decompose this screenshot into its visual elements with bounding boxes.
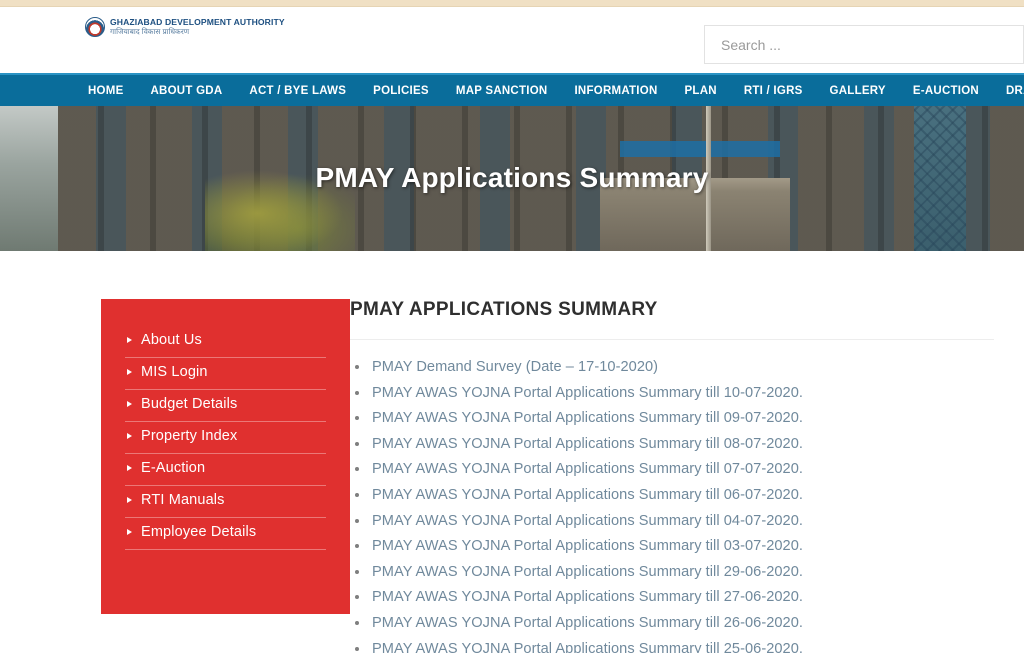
list-item: PMAY AWAS YOJNA Portal Applications Summ… <box>350 640 994 653</box>
list-item: PMAY AWAS YOJNA Portal Applications Summ… <box>350 384 994 402</box>
pmay-link[interactable]: PMAY AWAS YOJNA Portal Applications Summ… <box>372 436 803 452</box>
pmay-link[interactable]: PMAY AWAS YOJNA Portal Applications Summ… <box>372 461 803 477</box>
pmay-link[interactable]: PMAY AWAS YOJNA Portal Applications Summ… <box>372 615 803 631</box>
hero-banner: PMAY Applications Summary <box>0 106 1024 251</box>
hero-title: PMAY Applications Summary <box>315 162 709 193</box>
brand-title: GHAZIABAD DEVELOPMENT AUTHORITY <box>110 17 285 28</box>
page-body: About Us MIS Login Budget Details Proper… <box>0 251 1024 653</box>
nav-item-gallery[interactable]: GALLERY <box>830 85 886 97</box>
nav-item-home[interactable]: HOME <box>88 85 124 97</box>
sidebar-item-label: Employee Details <box>141 524 257 540</box>
pmay-link[interactable]: PMAY AWAS YOJNA Portal Applications Summ… <box>372 564 803 580</box>
list-item: PMAY AWAS YOJNA Portal Applications Summ… <box>350 460 994 478</box>
list-item: PMAY AWAS YOJNA Portal Applications Summ… <box>350 409 994 427</box>
sidebar-item-label: Property Index <box>141 428 238 444</box>
pmay-link[interactable]: PMAY AWAS YOJNA Portal Applications Summ… <box>372 589 803 605</box>
list-item: PMAY Demand Survey (Date – 17-10-2020) <box>350 358 994 376</box>
nav-item-policies[interactable]: POLICIES <box>373 85 429 97</box>
pmay-link[interactable]: PMAY AWAS YOJNA Portal Applications Summ… <box>372 641 803 653</box>
brand-subtitle: गाजियाबाद विकास प्राधिकरण <box>110 27 190 37</box>
caret-right-icon <box>127 401 132 407</box>
gda-emblem-icon <box>85 17 105 37</box>
pmay-link[interactable]: PMAY AWAS YOJNA Portal Applications Summ… <box>372 410 803 426</box>
hero-building-sign <box>620 141 780 157</box>
pmay-link[interactable]: PMAY AWAS YOJNA Portal Applications Summ… <box>372 487 803 503</box>
site-logo[interactable]: GHAZIABAD DEVELOPMENT AUTHORITY गाजियाबा… <box>85 17 285 37</box>
caret-right-icon <box>127 433 132 439</box>
sidebar-item-property-index[interactable]: Property Index <box>125 422 326 454</box>
nav-item-e-auction[interactable]: E-AUCTION <box>913 85 979 97</box>
nav-item-map-sanction[interactable]: MAP SANCTION <box>456 85 548 97</box>
sidebar-item-label: Budget Details <box>141 396 238 412</box>
pmay-summary-link-list: PMAY Demand Survey (Date – 17-10-2020) P… <box>350 340 994 653</box>
primary-navigation: HOME ABOUT GDA ACT / BYE LAWS POLICIES M… <box>0 73 1024 106</box>
caret-right-icon <box>127 465 132 471</box>
list-item: PMAY AWAS YOJNA Portal Applications Summ… <box>350 486 994 504</box>
search-input[interactable] <box>704 25 1024 64</box>
nav-item-draw-results[interactable]: DRAW RESULTS <box>1006 85 1024 97</box>
sidebar-item-label: RTI Manuals <box>141 492 225 508</box>
nav-item-information[interactable]: INFORMATION <box>574 85 657 97</box>
sidebar-item-mis-login[interactable]: MIS Login <box>125 358 326 390</box>
sidebar-column: About Us MIS Login Budget Details Proper… <box>0 299 350 653</box>
sidebar-item-label: About Us <box>141 332 202 348</box>
sidebar-item-rti-manuals[interactable]: RTI Manuals <box>125 486 326 518</box>
list-item: PMAY AWAS YOJNA Portal Applications Summ… <box>350 563 994 581</box>
sidebar-item-label: E-Auction <box>141 460 206 476</box>
top-accent-strip <box>0 0 1024 7</box>
list-item: PMAY AWAS YOJNA Portal Applications Summ… <box>350 537 994 555</box>
caret-right-icon <box>127 497 132 503</box>
caret-right-icon <box>127 529 132 535</box>
sidebar-item-employee-details[interactable]: Employee Details <box>125 518 326 550</box>
pmay-link[interactable]: PMAY Demand Survey (Date – 17-10-2020) <box>372 359 658 375</box>
nav-item-rti-igrs[interactable]: RTI / IGRS <box>744 85 803 97</box>
caret-right-icon <box>127 369 132 375</box>
nav-item-about-gda[interactable]: ABOUT GDA <box>151 85 223 97</box>
sidebar-item-e-auction[interactable]: E-Auction <box>125 454 326 486</box>
list-item: PMAY AWAS YOJNA Portal Applications Summ… <box>350 512 994 530</box>
site-header: GHAZIABAD DEVELOPMENT AUTHORITY गाजियाबा… <box>0 7 1024 73</box>
sidebar-item-budget-details[interactable]: Budget Details <box>125 390 326 422</box>
search-container <box>704 25 1024 64</box>
brand-text: GHAZIABAD DEVELOPMENT AUTHORITY गाजियाबा… <box>110 18 285 36</box>
pmay-link[interactable]: PMAY AWAS YOJNA Portal Applications Summ… <box>372 538 803 554</box>
list-item: PMAY AWAS YOJNA Portal Applications Summ… <box>350 435 994 453</box>
sidebar-item-about-us[interactable]: About Us <box>125 326 326 358</box>
pmay-link[interactable]: PMAY AWAS YOJNA Portal Applications Summ… <box>372 513 803 529</box>
list-item: PMAY AWAS YOJNA Portal Applications Summ… <box>350 588 994 606</box>
pmay-link[interactable]: PMAY AWAS YOJNA Portal Applications Summ… <box>372 385 803 401</box>
caret-right-icon <box>127 337 132 343</box>
page-title: PMAY APPLICATIONS SUMMARY <box>350 299 994 340</box>
list-item: PMAY AWAS YOJNA Portal Applications Summ… <box>350 614 994 632</box>
nav-item-plan[interactable]: PLAN <box>685 85 717 97</box>
nav-item-act-bye-laws[interactable]: ACT / BYE LAWS <box>249 85 346 97</box>
quick-links-sidebar: About Us MIS Login Budget Details Proper… <box>101 299 350 614</box>
sidebar-item-label: MIS Login <box>141 364 208 380</box>
main-content: PMAY APPLICATIONS SUMMARY PMAY Demand Su… <box>350 299 1024 653</box>
